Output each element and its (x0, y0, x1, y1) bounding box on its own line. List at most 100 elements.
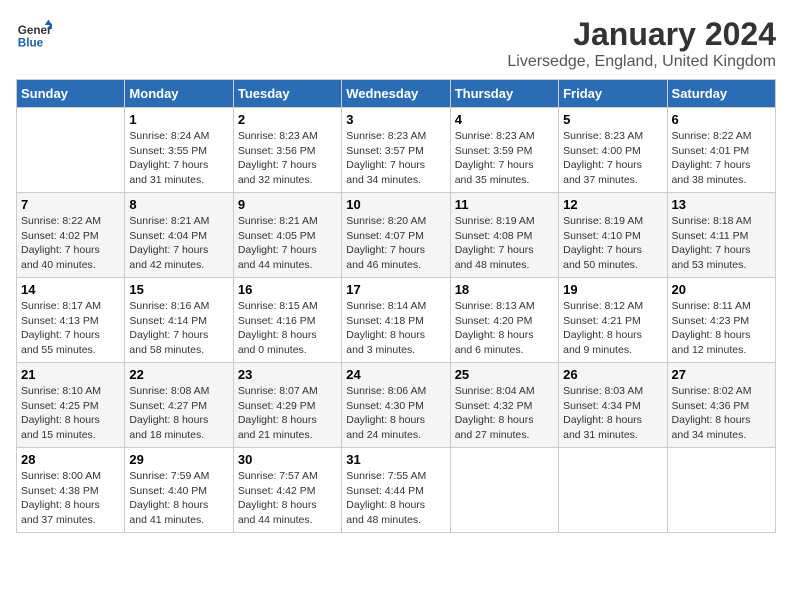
day-number: 31 (346, 452, 445, 467)
day-number: 5 (563, 112, 662, 127)
day-number: 10 (346, 197, 445, 212)
calendar-cell: 15 Sunrise: 8:16 AMSunset: 4:14 PMDayligh… (125, 278, 233, 363)
calendar-cell: 16Sunrise: 8:15 AMSunset: 4:16 PMDayligh… (233, 278, 341, 363)
calendar-cell: 30 Sunrise: 7:57 AMSunset: 4:42 PMDayligh… (233, 448, 341, 533)
day-header-thursday: Thursday (450, 80, 558, 108)
day-info: Sunrise: 8:02 AMSunset: 4:36 PMDaylight:… (672, 384, 771, 443)
day-number: 18 (455, 282, 554, 297)
calendar-cell: 20Sunrise: 8:11 AMSunset: 4:23 PMDayligh… (667, 278, 775, 363)
day-info: Sunrise: 8:14 AMSunset: 4:18 PMDaylight:… (346, 299, 445, 358)
day-number: 3 (346, 112, 445, 127)
calendar-cell: 25 Sunrise: 8:04 AMSunset: 4:32 PMDayligh… (450, 363, 558, 448)
day-header-wednesday: Wednesday (342, 80, 450, 108)
calendar-cell: 11Sunrise: 8:19 AMSunset: 4:08 PMDayligh… (450, 193, 558, 278)
calendar-cell: 1 Sunrise: 8:24 AMSunset: 3:55 PMDaylight… (125, 108, 233, 193)
location: Liversedge, England, United Kingdom (507, 53, 776, 71)
calendar-table: SundayMondayTuesdayWednesdayThursdayFrid… (16, 79, 776, 533)
day-info: Sunrise: 8:07 AMSunset: 4:29 PMDaylight:… (238, 384, 337, 443)
day-number: 7 (21, 197, 120, 212)
calendar-cell: 13 Sunrise: 8:18 AMSunset: 4:11 PMDayligh… (667, 193, 775, 278)
calendar-cell: 3 Sunrise: 8:23 AMSunset: 3:57 PMDaylight… (342, 108, 450, 193)
calendar-cell: 19Sunrise: 8:12 AMSunset: 4:21 PMDayligh… (559, 278, 667, 363)
day-info: Sunrise: 8:10 AMSunset: 4:25 PMDaylight:… (21, 384, 120, 443)
svg-text:Blue: Blue (18, 37, 44, 50)
week-row-4: 21 Sunrise: 8:10 AMSunset: 4:25 PMDayligh… (17, 363, 776, 448)
day-number: 2 (238, 112, 337, 127)
day-info: Sunrise: 8:22 AMSunset: 4:01 PMDaylight:… (672, 129, 771, 188)
day-number: 13 (672, 197, 771, 212)
day-number: 17 (346, 282, 445, 297)
day-info: Sunrise: 8:13 AMSunset: 4:20 PMDaylight:… (455, 299, 554, 358)
day-info: Sunrise: 8:22 AMSunset: 4:02 PMDaylight:… (21, 214, 120, 273)
day-header-sunday: Sunday (17, 80, 125, 108)
day-info: Sunrise: 7:55 AMSunset: 4:44 PMDaylight:… (346, 469, 445, 528)
day-header-tuesday: Tuesday (233, 80, 341, 108)
month-year: January 2024 (507, 16, 776, 53)
calendar-cell: 2Sunrise: 8:23 AMSunset: 3:56 PMDaylight… (233, 108, 341, 193)
logo: General Blue (16, 16, 56, 52)
day-info: Sunrise: 8:12 AMSunset: 4:21 PMDaylight:… (563, 299, 662, 358)
day-info: Sunrise: 8:11 AMSunset: 4:23 PMDaylight:… (672, 299, 771, 358)
day-info: Sunrise: 8:20 AMSunset: 4:07 PMDaylight:… (346, 214, 445, 273)
calendar-cell: 5 Sunrise: 8:23 AMSunset: 4:00 PMDaylight… (559, 108, 667, 193)
day-info: Sunrise: 8:19 AMSunset: 4:10 PMDaylight:… (563, 214, 662, 273)
day-number: 25 (455, 367, 554, 382)
calendar-cell: 28 Sunrise: 8:00 AMSunset: 4:38 PMDayligh… (17, 448, 125, 533)
day-info: Sunrise: 8:00 AMSunset: 4:38 PMDaylight:… (21, 469, 120, 528)
calendar-cell (17, 108, 125, 193)
title-block: January 2024 Liversedge, England, United… (507, 16, 776, 71)
calendar-cell: 6 Sunrise: 8:22 AMSunset: 4:01 PMDaylight… (667, 108, 775, 193)
calendar-cell: 27 Sunrise: 8:02 AMSunset: 4:36 PMDayligh… (667, 363, 775, 448)
day-info: Sunrise: 8:06 AMSunset: 4:30 PMDaylight:… (346, 384, 445, 443)
day-number: 26 (563, 367, 662, 382)
day-number: 22 (129, 367, 228, 382)
calendar-cell: 7 Sunrise: 8:22 AMSunset: 4:02 PMDaylight… (17, 193, 125, 278)
day-info: Sunrise: 8:18 AMSunset: 4:11 PMDaylight:… (672, 214, 771, 273)
day-info: Sunrise: 8:23 AMSunset: 3:57 PMDaylight:… (346, 129, 445, 188)
day-number: 28 (21, 452, 120, 467)
day-number: 27 (672, 367, 771, 382)
day-info: Sunrise: 8:24 AMSunset: 3:55 PMDaylight:… (129, 129, 228, 188)
day-header-saturday: Saturday (667, 80, 775, 108)
day-info: Sunrise: 8:23 AMSunset: 3:59 PMDaylight:… (455, 129, 554, 188)
day-info: Sunrise: 8:16 AMSunset: 4:14 PMDaylight:… (129, 299, 228, 358)
day-info: Sunrise: 8:08 AMSunset: 4:27 PMDaylight:… (129, 384, 228, 443)
day-info: Sunrise: 8:03 AMSunset: 4:34 PMDaylight:… (563, 384, 662, 443)
calendar-cell: 29 Sunrise: 7:59 AMSunset: 4:40 PMDayligh… (125, 448, 233, 533)
day-number: 14 (21, 282, 120, 297)
calendar-cell: 4 Sunrise: 8:23 AMSunset: 3:59 PMDaylight… (450, 108, 558, 193)
day-info: Sunrise: 8:23 AMSunset: 4:00 PMDaylight:… (563, 129, 662, 188)
day-header-monday: Monday (125, 80, 233, 108)
day-number: 11 (455, 197, 554, 212)
day-info: Sunrise: 7:59 AMSunset: 4:40 PMDaylight:… (129, 469, 228, 528)
calendar-cell: 8Sunrise: 8:21 AMSunset: 4:04 PMDaylight… (125, 193, 233, 278)
week-row-1: 1 Sunrise: 8:24 AMSunset: 3:55 PMDaylight… (17, 108, 776, 193)
calendar-cell: 22 Sunrise: 8:08 AMSunset: 4:27 PMDayligh… (125, 363, 233, 448)
calendar-cell: 24Sunrise: 8:06 AMSunset: 4:30 PMDayligh… (342, 363, 450, 448)
calendar-cell: 18 Sunrise: 8:13 AMSunset: 4:20 PMDayligh… (450, 278, 558, 363)
day-info: Sunrise: 7:57 AMSunset: 4:42 PMDaylight:… (238, 469, 337, 528)
week-row-5: 28 Sunrise: 8:00 AMSunset: 4:38 PMDayligh… (17, 448, 776, 533)
calendar-cell: 9 Sunrise: 8:21 AMSunset: 4:05 PMDaylight… (233, 193, 341, 278)
day-number: 4 (455, 112, 554, 127)
day-info: Sunrise: 8:21 AMSunset: 4:05 PMDaylight:… (238, 214, 337, 273)
day-number: 29 (129, 452, 228, 467)
days-header-row: SundayMondayTuesdayWednesdayThursdayFrid… (17, 80, 776, 108)
day-number: 1 (129, 112, 228, 127)
calendar-cell: 23Sunrise: 8:07 AMSunset: 4:29 PMDayligh… (233, 363, 341, 448)
week-row-3: 14Sunrise: 8:17 AMSunset: 4:13 PMDayligh… (17, 278, 776, 363)
calendar-cell: 10 Sunrise: 8:20 AMSunset: 4:07 PMDayligh… (342, 193, 450, 278)
logo-icon: General Blue (16, 16, 52, 52)
day-number: 15 (129, 282, 228, 297)
calendar-cell: 14Sunrise: 8:17 AMSunset: 4:13 PMDayligh… (17, 278, 125, 363)
day-number: 6 (672, 112, 771, 127)
calendar-cell (667, 448, 775, 533)
day-number: 8 (129, 197, 228, 212)
calendar-cell (450, 448, 558, 533)
day-number: 9 (238, 197, 337, 212)
day-number: 21 (21, 367, 120, 382)
svg-text:General: General (18, 24, 52, 37)
day-header-friday: Friday (559, 80, 667, 108)
day-number: 30 (238, 452, 337, 467)
day-info: Sunrise: 8:04 AMSunset: 4:32 PMDaylight:… (455, 384, 554, 443)
